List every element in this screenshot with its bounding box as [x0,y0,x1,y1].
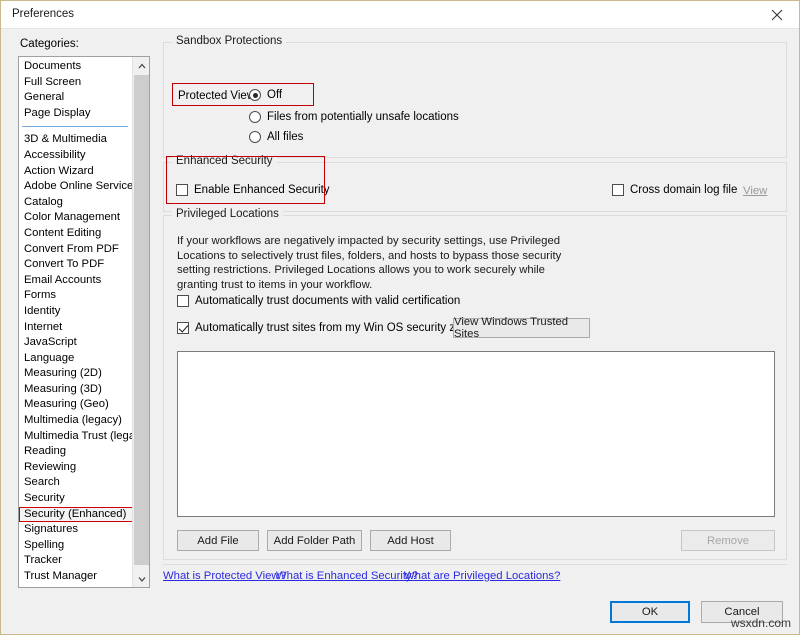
checkbox-label: Automatically trust sites from my Win OS… [195,322,481,334]
sidebar-item-action-wizard[interactable]: Action Wizard [19,164,133,180]
checkbox-icon [177,322,189,334]
view-windows-trusted-sites-button[interactable]: View Windows Trusted Sites [453,316,590,340]
categories-list: Documents Full Screen General Page Display 3… [19,57,149,587]
checkbox-trust-sites-win-os-security-zones[interactable]: Automatically trust sites from my Win OS… [177,322,480,334]
checkbox-label: Enable Enhanced Security [194,184,330,196]
footer-divider [163,564,787,565]
ok-button[interactable]: OK [610,601,690,623]
sidebar-item-security-enhanced[interactable]: Security (Enhanced) [19,506,133,523]
window-title: Preferences [12,8,75,20]
preferences-dialog: Preferences Categories: Documents Full Sc… [0,0,800,635]
title-bar: Preferences [1,1,799,29]
sidebar-item-search[interactable]: Search [19,475,133,491]
checkbox-label: Automatically trust documents with valid… [195,295,461,307]
radio-protected-view-all-files[interactable]: All files [249,131,303,143]
scrollbar-thumb[interactable] [134,75,149,565]
sidebar-item-spelling[interactable]: Spelling [19,538,133,554]
sidebar-item-multimedia-trust-legacy[interactable]: Multimedia Trust (legacy) [19,429,149,445]
sidebar-item-language[interactable]: Language [19,351,133,367]
sidebar-item-catalog[interactable]: Catalog [19,195,133,211]
protected-view-label: Protected View [178,90,256,102]
sidebar-item-identity[interactable]: Identity [19,304,133,320]
sidebar-item-reading[interactable]: Reading [19,444,133,460]
privileged-locations-description: If your workflows are negatively impacte… [177,235,562,291]
radio-label: All files [267,131,304,143]
sidebar-item-accessibility[interactable]: Accessibility [19,148,133,164]
sidebar-item-general[interactable]: General [19,90,133,106]
radio-label: Off [267,89,283,101]
sidebar-item-page-display[interactable]: Page Display [19,106,133,122]
add-file-button[interactable]: Add File [177,530,259,551]
sidebar-item-units-guides[interactable]: Units & Guides [19,585,133,587]
sidebar-item-trust-manager[interactable]: Trust Manager [19,569,133,585]
categories-label: Categories: [20,38,79,50]
link-what-is-enhanced-security[interactable]: What is Enhanced Security? [276,570,418,582]
sidebar-item-multimedia-legacy[interactable]: Multimedia (legacy) [19,413,133,429]
checkbox-icon [612,184,624,196]
categories-listbox[interactable]: Documents Full Screen General Page Display 3… [18,56,150,588]
chevron-up-icon[interactable] [133,57,149,74]
checkbox-trust-documents-valid-certification[interactable]: Automatically trust documents with valid… [177,295,460,307]
remove-button[interactable]: Remove [681,530,775,551]
privileged-locations-listbox[interactable] [177,351,775,517]
sandbox-protections-legend: Sandbox Protections [172,35,287,47]
checkbox-cross-domain-log-file[interactable]: Cross domain log file [612,184,737,196]
add-host-button[interactable]: Add Host [370,530,451,551]
radio-label: Files from potentially unsafe locations [267,111,459,123]
categories-separator [19,121,133,132]
sidebar-item-measuring-geo[interactable]: Measuring (Geo) [19,397,133,413]
sidebar-item-documents[interactable]: Documents [19,59,133,75]
sidebar-item-forms[interactable]: Forms [19,288,133,304]
sidebar-item-adobe-online-services[interactable]: Adobe Online Services [19,179,139,195]
close-icon[interactable] [755,1,799,28]
radio-protected-view-unsafe-locations[interactable]: Files from potentially unsafe locations [249,111,459,123]
add-folder-path-button[interactable]: Add Folder Path [267,530,362,551]
checkbox-icon [176,184,188,196]
sidebar-item-measuring-2d[interactable]: Measuring (2D) [19,366,133,382]
sidebar-item-signatures[interactable]: Signatures [19,522,133,538]
sidebar-item-measuring-3d[interactable]: Measuring (3D) [19,382,133,398]
categories-scrollbar[interactable] [132,57,149,587]
privileged-locations-legend: Privileged Locations [172,208,283,220]
sidebar-item-full-screen[interactable]: Full Screen [19,75,133,91]
sidebar-item-3d-multimedia[interactable]: 3D & Multimedia [19,132,133,148]
sidebar-item-content-editing[interactable]: Content Editing [19,226,133,242]
radio-dot-icon [249,89,261,101]
radio-dot-icon [249,131,261,143]
radio-dot-icon [249,111,261,123]
sidebar-item-internet[interactable]: Internet [19,320,133,336]
chevron-down-icon[interactable] [133,570,149,587]
sidebar-item-tracker[interactable]: Tracker [19,553,133,569]
view-cross-domain-log-link[interactable]: View [743,185,767,197]
watermark: wsxdn.com [730,616,791,630]
checkbox-label: Cross domain log file [630,184,738,196]
sidebar-item-reviewing[interactable]: Reviewing [19,460,133,476]
enhanced-security-legend: Enhanced Security [172,155,277,167]
sidebar-item-email-accounts[interactable]: Email Accounts [19,273,133,289]
sidebar-item-security[interactable]: Security [19,491,133,507]
link-what-is-protected-view[interactable]: What is Protected View? [163,570,286,582]
radio-protected-view-off[interactable]: Off [249,89,282,101]
checkbox-enable-enhanced-security[interactable]: Enable Enhanced Security [176,184,330,196]
link-what-are-privileged-locations[interactable]: What are Privileged Locations? [404,570,560,582]
checkbox-icon [177,295,189,307]
sidebar-item-convert-to-pdf[interactable]: Convert To PDF [19,257,133,273]
sidebar-item-convert-from-pdf[interactable]: Convert From PDF [19,242,133,258]
sidebar-item-javascript[interactable]: JavaScript [19,335,133,351]
sidebar-item-color-management[interactable]: Color Management [19,210,133,226]
